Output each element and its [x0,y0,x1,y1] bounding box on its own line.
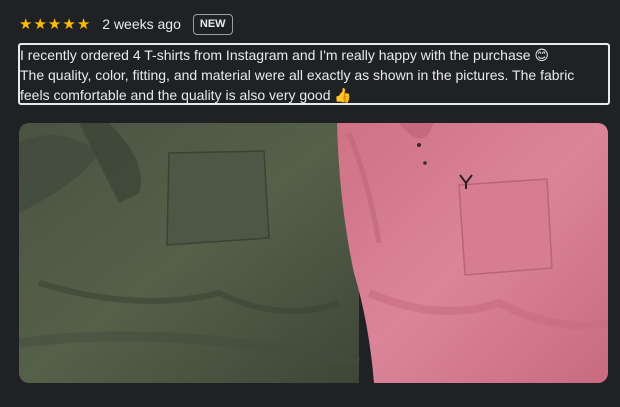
new-badge: NEW [192,13,233,35]
star-icon: ★ [33,15,47,33]
review-text[interactable]: I recently ordered 4 T-shirts from Insta… [18,43,610,105]
review-time: 2 weeks ago [102,16,181,32]
review-text-line-1: I recently ordered 4 T-shirts from Insta… [20,47,550,63]
review-text-line-3: feels comfortable and the quality is als… [20,87,352,103]
review-meta-row: ★ ★ ★ ★ ★ 2 weeks ago NEW [19,12,233,36]
star-icon: ★ [47,15,62,33]
star-rating: ★ ★ ★ ★ ★ [19,17,90,32]
review-text-line-2: The quality, color, fitting, and materia… [20,67,575,83]
star-icon: ★ [19,15,33,33]
star-icon: ★ [76,15,91,33]
star-icon: ★ [62,15,76,33]
review-photo[interactable] [19,123,608,383]
